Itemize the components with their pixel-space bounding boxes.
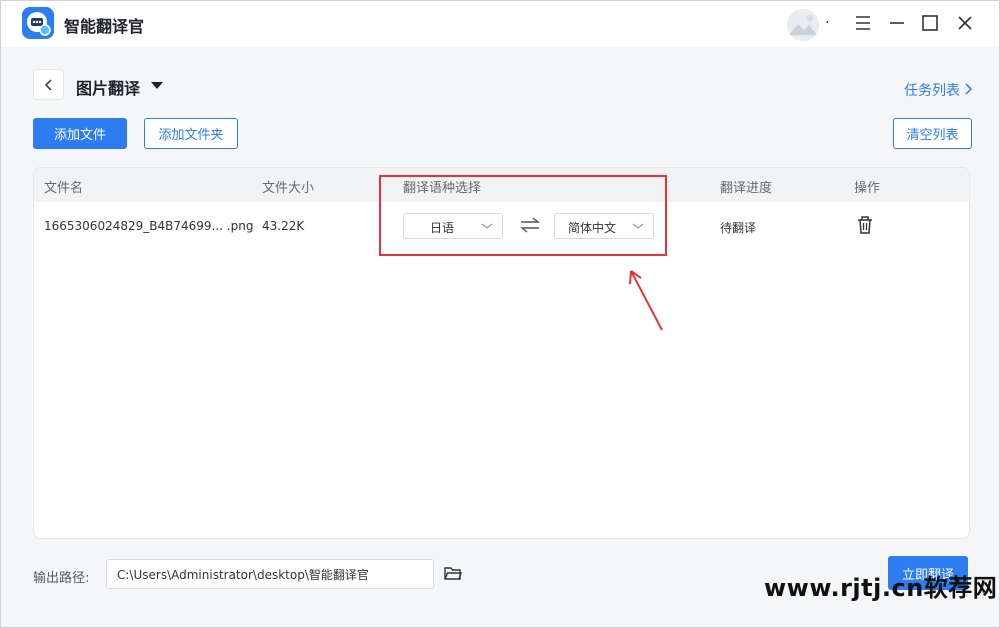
hamburger-icon[interactable] <box>851 11 875 35</box>
clear-list-button[interactable]: 清空列表 <box>893 118 972 149</box>
annotation-arrow <box>629 270 663 331</box>
file-size: 43.22K <box>262 219 305 233</box>
app-title: 智能翻译官 <box>64 17 145 36</box>
chevron-right-icon[interactable] <box>963 82 973 96</box>
title-bar: 智能翻译官 . <box>1 1 999 47</box>
folder-icon[interactable] <box>444 565 462 581</box>
output-path-input[interactable] <box>106 559 434 589</box>
back-button[interactable] <box>33 69 64 100</box>
page-title: 图片翻译 <box>76 79 141 98</box>
caret-down-icon[interactable] <box>150 79 164 91</box>
add-file-button[interactable]: 添加文件 <box>33 118 127 149</box>
trash-icon[interactable] <box>856 215 874 235</box>
app-window: 智能翻译官 . 图片翻译 任务列表 添加文件 添加文件夹 清空列表 文件名 文件… <box>0 0 1000 628</box>
column-header-progress: 翻译进度 <box>720 181 773 196</box>
file-name: 1665306024829_B4B74699... .png <box>44 219 254 233</box>
output-path-label: 输出路径: <box>33 571 90 586</box>
maximize-icon[interactable] <box>918 11 942 35</box>
column-header-filename: 文件名 <box>44 181 84 196</box>
add-folder-button[interactable]: 添加文件夹 <box>144 118 238 149</box>
column-header-size: 文件大小 <box>262 181 315 196</box>
watermark-text: www.rjtj.cn软荐网 <box>764 574 998 602</box>
minimize-icon[interactable] <box>885 11 909 35</box>
task-list-link[interactable]: 任务列表 <box>904 80 960 100</box>
column-header-actions: 操作 <box>854 181 881 196</box>
avatar[interactable] <box>787 9 819 41</box>
app-logo-icon <box>22 7 54 39</box>
translation-progress: 待翻译 <box>720 221 757 235</box>
chevron-left-icon <box>44 78 52 91</box>
close-icon[interactable] <box>953 11 977 35</box>
username-label: . <box>825 11 830 27</box>
annotation-highlight-box <box>379 175 667 256</box>
